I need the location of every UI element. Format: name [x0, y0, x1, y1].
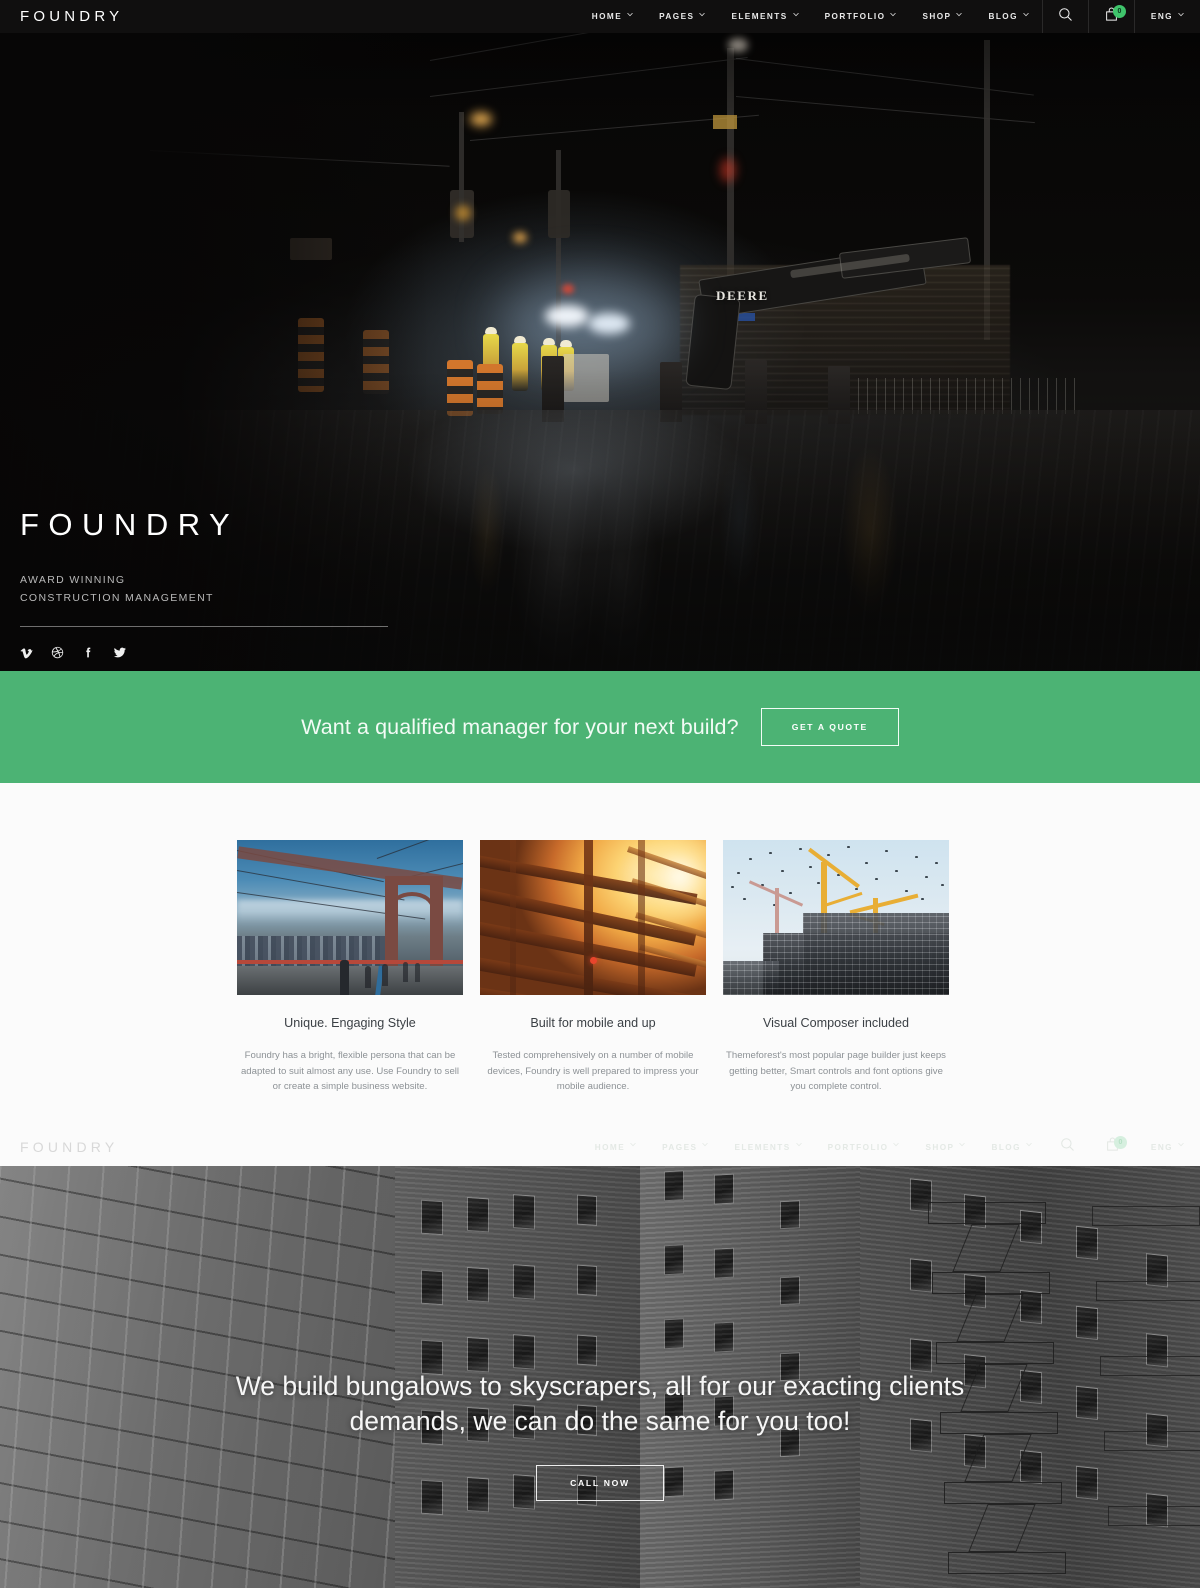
nav2-item-blog-label: BLOG	[991, 1142, 1021, 1152]
search-icon	[1058, 7, 1073, 27]
dribbble-icon[interactable]	[51, 646, 64, 659]
hero-banner-night: DEERE	[0, 0, 1200, 671]
hero-content: FOUNDRY AWARD WINNING CONSTRUCTION MANAG…	[20, 509, 410, 659]
nav-item-home-label: HOME	[591, 12, 623, 21]
nav-item-pages[interactable]: PAGES	[646, 0, 718, 33]
cta-inner: Want a qualified manager for your next b…	[301, 708, 899, 746]
nav2-item-home[interactable]: HOME	[582, 1128, 649, 1166]
feature-card-description: Foundry has a bright, flexible persona t…	[240, 1050, 460, 1093]
nav-item-portfolio-label: PORTFOLIO	[824, 12, 886, 21]
nav-item-shop-label: SHOP	[922, 12, 952, 21]
nav-item-portfolio[interactable]: PORTFOLIO	[812, 0, 910, 33]
social-links	[20, 646, 410, 659]
nav2-item-portfolio-label: PORTFOLIO	[827, 1142, 889, 1152]
chevron-down-icon	[795, 1143, 802, 1149]
nav2-language-label: ENG	[1150, 1142, 1173, 1152]
nav-item-pages-label: PAGES	[659, 12, 695, 21]
feature-card: Visual Composer included Themeforest's m…	[723, 840, 949, 1095]
cta-banner: Want a qualified manager for your next b…	[0, 671, 1200, 783]
nav-item-elements[interactable]: ELEMENTS	[718, 0, 811, 33]
secondary-main-menu: HOME PAGES ELEMENTS PORTFOLIO SHOP BLOG	[582, 1131, 1045, 1164]
search-button[interactable]	[1043, 0, 1088, 33]
main-menu: HOME PAGES ELEMENTS PORTFOLIO SHOP BLOG	[579, 0, 1042, 33]
hero-tagline-line2: CONSTRUCTION MANAGEMENT	[20, 591, 214, 604]
nav-right-group: HOME PAGES ELEMENTS PORTFOLIO SHOP BLOG …	[579, 0, 1200, 33]
cta-headline: Want a qualified manager for your next b…	[301, 714, 739, 739]
nav2-brand-logo[interactable]: FOUNDRY	[20, 1139, 118, 1155]
nav2-item-home-label: HOME	[594, 1142, 626, 1152]
hero-tagline-line1: AWARD WINNING	[20, 573, 126, 586]
hero-logo: FOUNDRY	[20, 506, 240, 542]
chevron-down-icon	[956, 12, 963, 19]
birds-flock	[723, 840, 949, 920]
chevron-down-icon	[893, 1143, 900, 1149]
nav2-item-pages-label: PAGES	[662, 1142, 698, 1152]
nav-item-home[interactable]: HOME	[579, 0, 646, 33]
twitter-icon[interactable]	[113, 646, 127, 659]
feature-image-bridge[interactable]	[237, 840, 463, 995]
feature-image-steel-frame[interactable]	[480, 840, 706, 995]
get-a-quote-button[interactable]: GET A QUOTE	[760, 708, 899, 746]
top-navigation-bar: FOUNDRY HOME PAGES ELEMENTS PORTFOLIO SH…	[0, 0, 1200, 33]
chevron-down-icon	[959, 1143, 966, 1149]
vimeo-icon[interactable]	[20, 646, 33, 659]
chevron-down-icon	[702, 1143, 709, 1149]
chevron-down-icon	[630, 1143, 637, 1149]
nav2-right-group: HOME PAGES ELEMENTS PORTFOLIO SHOP BLOG …	[582, 1131, 1200, 1164]
nav2-item-shop[interactable]: SHOP	[912, 1128, 978, 1166]
cart-button[interactable]: 0	[1089, 0, 1134, 33]
hero2-headline-line1: We build bungalows to skyscrapers, all f…	[235, 1370, 965, 1401]
page-root: DEERE	[0, 0, 1200, 1588]
features-section: Unique. Engaging Style Foundry has a bri…	[0, 783, 1200, 1128]
nav2-language-selector[interactable]: ENG	[1135, 1128, 1200, 1166]
nav2-cart-button[interactable]: 0	[1090, 1128, 1135, 1166]
chevron-down-icon	[699, 12, 706, 19]
cart-count-badge: 0	[1112, 5, 1126, 18]
search-icon	[1060, 1137, 1075, 1157]
nav2-item-elements[interactable]: ELEMENTS	[721, 1128, 814, 1166]
chevron-down-icon	[1178, 1143, 1184, 1149]
nav-brand-logo[interactable]: FOUNDRY	[20, 8, 123, 25]
nav-item-elements-label: ELEMENTS	[731, 12, 788, 21]
hero-tagline: AWARD WINNING CONSTRUCTION MANAGEMENT	[20, 571, 410, 607]
feature-card: Built for mobile and up Tested comprehen…	[480, 840, 706, 1095]
language-selector[interactable]: ENG	[1135, 0, 1200, 33]
hero-divider	[20, 626, 388, 627]
feature-image-cranes[interactable]	[723, 840, 949, 995]
language-label: ENG	[1150, 12, 1173, 21]
hero2-headline-line2: demands, we can do the same for you too!	[349, 1405, 851, 1436]
facebook-icon[interactable]	[82, 646, 95, 659]
chevron-down-icon	[792, 12, 799, 19]
nav2-item-portfolio[interactable]: PORTFOLIO	[815, 1128, 913, 1166]
nav-item-blog-label: BLOG	[988, 12, 1018, 21]
feature-card-description: Themeforest's most popular page builder …	[726, 1050, 946, 1093]
secondary-navigation-bar: FOUNDRY HOME PAGES ELEMENTS PORTFOLIO SH…	[0, 1128, 1200, 1166]
chevron-down-icon	[1025, 1143, 1032, 1149]
nav-item-blog[interactable]: BLOG	[975, 0, 1041, 33]
hero-banner-buildings: We build bungalows to skyscrapers, all f…	[0, 1166, 1200, 1588]
chevron-down-icon	[627, 12, 634, 19]
hero2-content: We build bungalows to skyscrapers, all f…	[0, 1166, 1200, 1588]
feature-card-description: Tested comprehensively on a number of mo…	[487, 1050, 699, 1093]
nav2-cart-count-badge: 0	[1113, 1136, 1127, 1149]
nav2-search-button[interactable]	[1045, 1128, 1090, 1166]
feature-card-list: Unique. Engaging Style Foundry has a bri…	[237, 840, 949, 1095]
chevron-down-icon	[890, 12, 897, 19]
nav2-item-blog[interactable]: BLOG	[978, 1128, 1044, 1166]
feature-card-title: Built for mobile and up	[530, 1016, 656, 1030]
call-now-button[interactable]: CALL NOW	[536, 1465, 664, 1502]
feature-card-title: Unique. Engaging Style	[284, 1016, 416, 1030]
feature-card: Unique. Engaging Style Foundry has a bri…	[237, 840, 463, 1095]
chevron-down-icon	[1022, 12, 1029, 19]
nav-item-shop[interactable]: SHOP	[909, 0, 975, 33]
nav2-item-pages[interactable]: PAGES	[649, 1128, 721, 1166]
chevron-down-icon	[1178, 12, 1184, 19]
nav2-item-shop-label: SHOP	[925, 1142, 955, 1152]
nav2-item-elements-label: ELEMENTS	[734, 1142, 791, 1152]
feature-card-title: Visual Composer included	[762, 1016, 910, 1030]
